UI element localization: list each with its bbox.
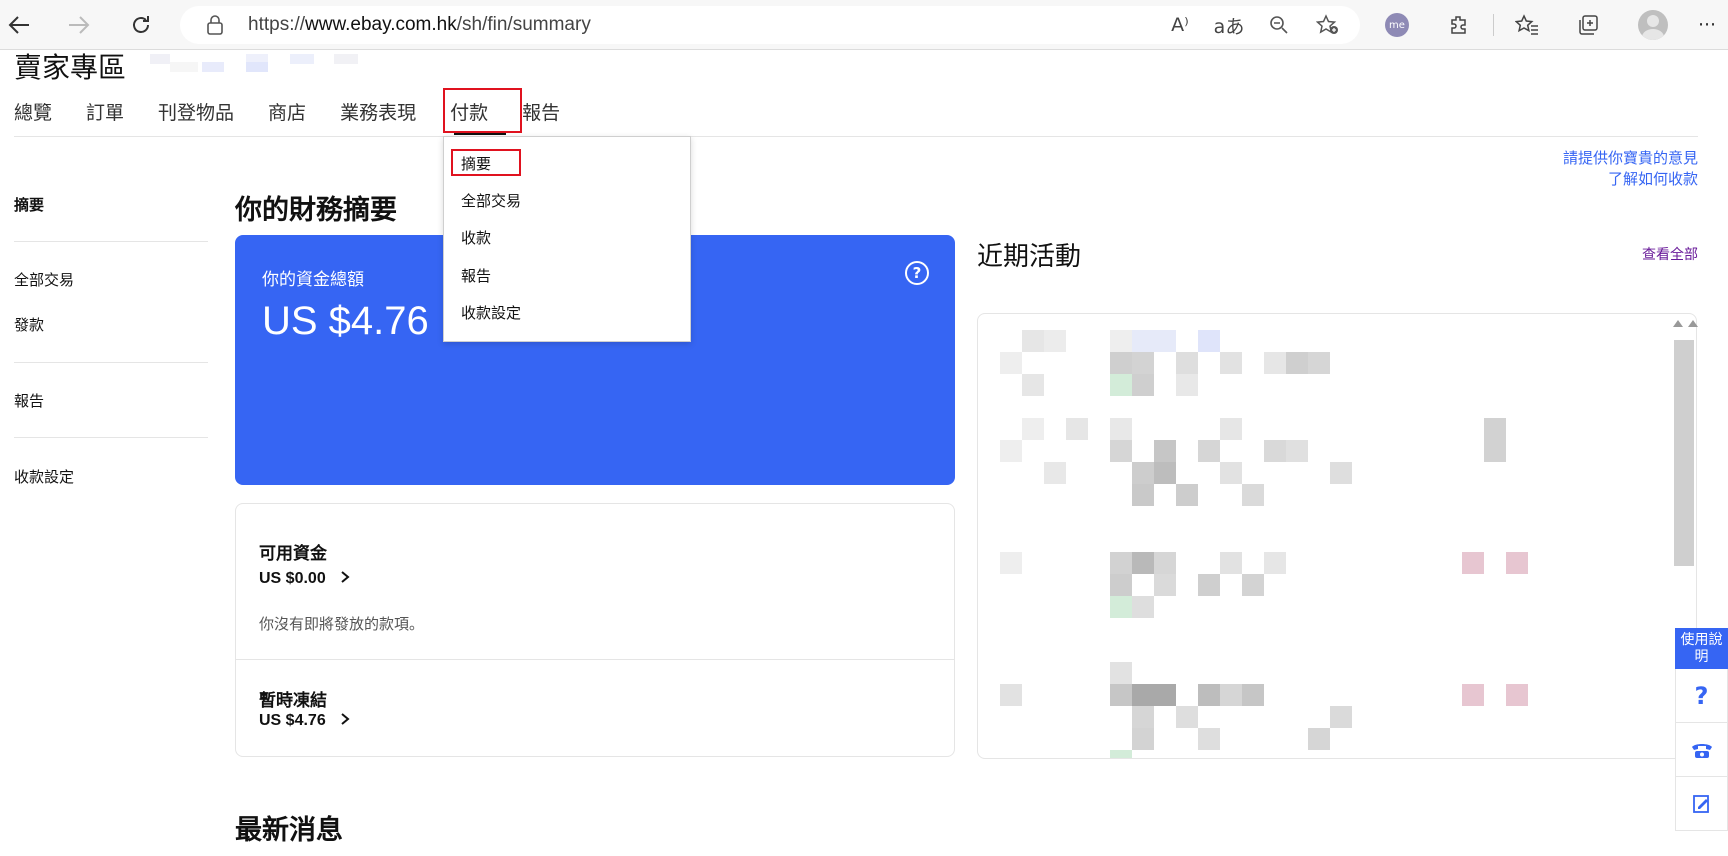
menu-item-reports[interactable]: 報告 <box>461 265 491 286</box>
sidebar-item-reports[interactable]: 報告 <box>14 390 44 411</box>
back-icon[interactable] <box>2 8 36 42</box>
recent-activity-list <box>977 313 1697 759</box>
chevron-right-icon <box>341 571 350 583</box>
available-funds-title: 可用資金 <box>259 544 327 564</box>
sidebar-item-payouts[interactable]: 發款 <box>14 314 44 335</box>
edit-note-icon <box>1692 794 1709 813</box>
phone-icon <box>1691 743 1712 758</box>
forward-icon[interactable] <box>62 8 96 42</box>
view-all-link[interactable]: 查看全部 <box>1642 244 1698 264</box>
scrollbar-thumb[interactable] <box>1674 340 1694 566</box>
news-heading: 最新消息 <box>235 815 343 846</box>
sidebar-item-summary[interactable]: 摘要 <box>14 194 44 215</box>
nav-listings[interactable]: 刊登物品 <box>158 98 234 125</box>
help-question-button[interactable]: ? <box>1675 669 1728 723</box>
total-funds-label: 你的資金總額 <box>262 270 364 290</box>
help-icon[interactable]: ? <box>905 261 929 285</box>
nav-reports[interactable]: 報告 <box>522 98 560 125</box>
on-hold-amount[interactable]: US $4.76 <box>259 712 350 730</box>
chevron-right-icon <box>341 713 350 725</box>
scroll-up-arrow-icon[interactable] <box>1688 320 1698 327</box>
favorites-icon[interactable] <box>1510 8 1544 42</box>
more-menu-icon[interactable]: ··· <box>1690 8 1724 42</box>
menu-item-all-transactions[interactable]: 全部交易 <box>461 190 521 211</box>
extension-me-icon[interactable]: me <box>1380 8 1414 42</box>
help-links: 請提供你寶貴的意見 了解如何收款 <box>1563 148 1698 190</box>
help-widget: 使用說明 ? <box>1675 628 1728 831</box>
extensions-icon[interactable] <box>1442 8 1476 42</box>
sidebar-item-all-transactions[interactable]: 全部交易 <box>14 269 74 290</box>
scroll-up-arrow-icon[interactable] <box>1673 320 1683 327</box>
available-funds-note: 你沒有即將發放的款項。 <box>259 615 425 633</box>
collections-icon[interactable] <box>1571 8 1605 42</box>
page-title: 你的財務摘要 <box>235 195 397 226</box>
url-text: https://www.ebay.com.hk/sh/fin/summary <box>248 14 591 35</box>
profile-avatar[interactable] <box>1636 8 1670 42</box>
recent-activity-heading: 近期活動 <box>977 242 1082 272</box>
question-icon: ? <box>1694 681 1709 710</box>
nav-orders[interactable]: 訂單 <box>86 98 124 125</box>
contact-phone-button[interactable] <box>1675 723 1728 777</box>
feedback-edit-button[interactable] <box>1675 777 1728 831</box>
read-aloud-icon[interactable]: A⁾ <box>1163 6 1197 44</box>
nav-store[interactable]: 商店 <box>268 98 306 125</box>
zoom-out-icon[interactable] <box>1262 6 1296 44</box>
total-funds-amount: US $4.76 <box>262 299 429 343</box>
help-widget-title[interactable]: 使用說明 <box>1675 628 1728 669</box>
translate-icon[interactable]: aあ <box>1212 6 1246 44</box>
feedback-link[interactable]: 請提供你寶貴的意見 <box>1563 148 1698 169</box>
summary-menu-highlight <box>451 149 521 176</box>
available-funds-amount[interactable]: US $0.00 <box>259 570 350 588</box>
refresh-icon[interactable] <box>124 8 158 42</box>
on-hold-title: 暫時凍結 <box>259 691 327 711</box>
payments-tab-highlight <box>443 88 522 133</box>
nav-divider <box>14 136 1698 137</box>
menu-item-payment-settings[interactable]: 收款設定 <box>461 302 521 323</box>
learn-payments-link[interactable]: 了解如何收款 <box>1563 169 1698 190</box>
blurred-username <box>150 54 366 74</box>
browser-toolbar: https://www.ebay.com.hk/sh/fin/summary A… <box>0 0 1728 50</box>
lock-icon <box>207 15 223 35</box>
nav-performance[interactable]: 業務表現 <box>340 98 416 125</box>
seller-hub-title: 賣家專區 <box>14 51 127 84</box>
funds-breakdown: 可用資金 US $0.00 你沒有即將發放的款項。 暫時凍結 US $4.76 <box>235 503 955 757</box>
nav-overview[interactable]: 總覽 <box>14 98 52 125</box>
menu-item-receipts[interactable]: 收款 <box>461 227 491 248</box>
sidebar-item-payment-settings[interactable]: 收款設定 <box>14 466 74 487</box>
add-favorite-icon[interactable] <box>1311 6 1345 44</box>
